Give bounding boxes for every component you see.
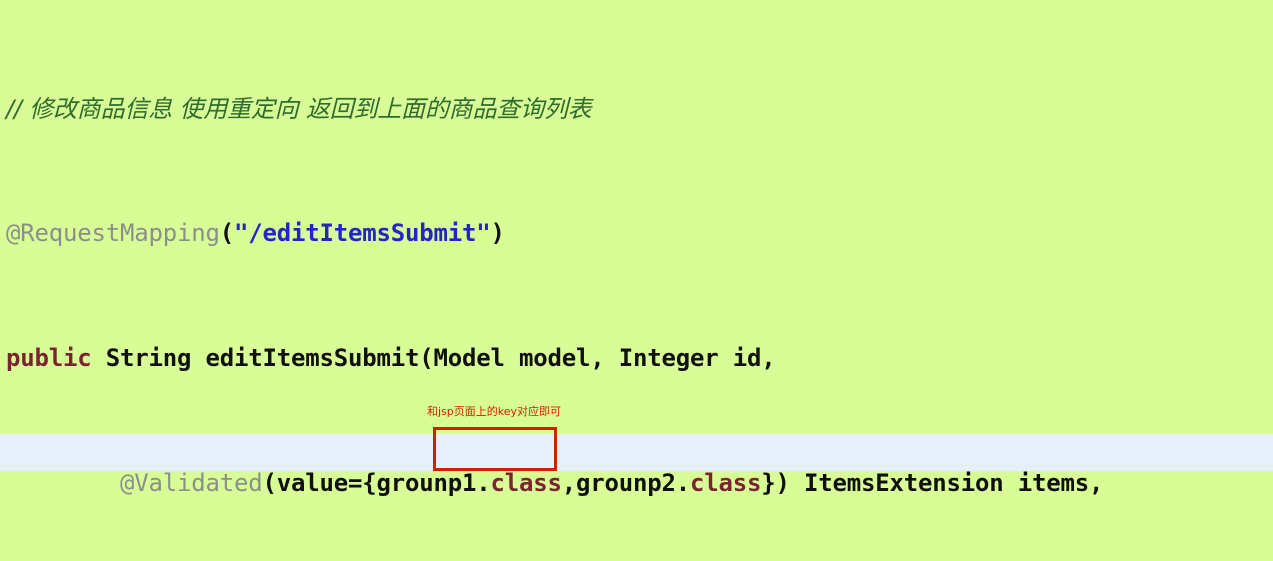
keyword-class-2: class [690, 469, 762, 497]
mapping-path-string: "/editItemsSubmit" [234, 219, 491, 248]
request-mapping-annotation: @RequestMapping [6, 219, 220, 248]
paren-close: ) [490, 219, 505, 248]
code-line-4: @Validated(value={grounp1.class,grounp2.… [0, 468, 1273, 499]
method-signature: String editItemsSubmit(Model model, Inte… [91, 344, 776, 373]
code-editor-screenshot: // 修改商品信息 使用重定向 返回到上面的商品查询列表 @RequestMap… [0, 0, 1273, 561]
code-listing: // 修改商品信息 使用重定向 返回到上面的商品查询列表 @RequestMap… [0, 0, 1273, 561]
validated-args-tail: }) ItemsExtension items, [761, 469, 1104, 497]
code-line-3: public String editItemsSubmit(Model mode… [0, 343, 1273, 374]
validated-args-head: (value={grounp1. [262, 469, 491, 497]
red-annotation-note: 和jsp页面上的key对应即可 [427, 405, 562, 418]
keyword-public: public [6, 344, 92, 373]
paren-open: ( [219, 219, 234, 248]
code-line-2: @RequestMapping("/editItemsSubmit") [0, 218, 1273, 249]
comment-text: // 修改商品信息 使用重定向 返回到上面的商品查询列表 [6, 94, 592, 123]
code-line-1: // 修改商品信息 使用重定向 返回到上面的商品查询列表 [0, 94, 1273, 125]
validated-annotation: @Validated [120, 469, 263, 497]
validated-args-mid: ,grounp2. [561, 469, 690, 497]
keyword-class-1: class [490, 469, 562, 497]
